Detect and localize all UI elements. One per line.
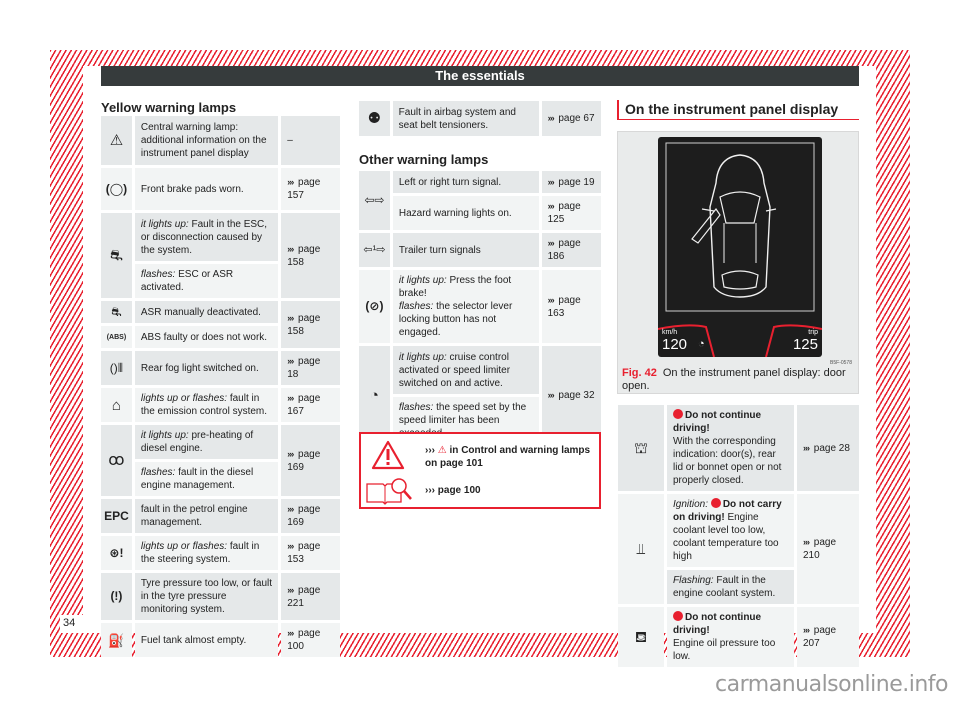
page-ref-link[interactable]: ››› page 67	[541, 101, 601, 136]
abs-icon: (ABS)	[101, 326, 132, 348]
trip-label: trip	[808, 329, 818, 336]
esc-icon: ⛐	[101, 213, 132, 298]
title-underline	[617, 119, 859, 120]
lamp-description: Front brake pads worn.	[134, 168, 279, 210]
turn-signal-icon: ⇦⇨	[359, 171, 390, 230]
lamp-description: lights up or flashes: fault in the steer…	[134, 536, 279, 570]
page-ref-link[interactable]: ››› page 163	[541, 270, 601, 343]
warning-triangle-small-icon: ⚠	[437, 445, 447, 456]
lamp-description: ABS faulty or does not work.	[134, 326, 279, 348]
other-lamps-table: ⇦⇨ Left or right turn signal. ››› page 1…	[356, 168, 604, 472]
other-lamps-title: Other warning lamps	[359, 152, 489, 167]
warning-box: ››› ⚠ in Control and warning lamps on pa…	[359, 432, 601, 509]
lamp-description: Tyre pressure too low, or fault in the t…	[134, 573, 279, 620]
lamp-description: it lights up: cruise control activated o…	[392, 346, 539, 394]
page-ref-link[interactable]: ››› page 28	[797, 405, 859, 491]
brake-pads-icon: (◯)	[101, 168, 132, 210]
lamp-description: Flashing: Fault in the engine coolant sy…	[667, 570, 794, 604]
page-ref-link[interactable]: ››› page 210	[797, 494, 859, 604]
lamp-description: lights up or flashes: fault in the emiss…	[134, 388, 279, 422]
page-ref-link[interactable]: ››› page 169	[281, 425, 340, 496]
lamp-description: flashes: ESC or ASR activated.	[134, 264, 279, 298]
lamp-description: Left or right turn signal.	[392, 171, 539, 193]
red-lamps-table: ⛫ Do not continue driving! With the corre…	[615, 402, 862, 670]
title-accent-bar	[617, 100, 619, 120]
stop-icon	[673, 611, 683, 621]
car-door-open-graphic	[658, 142, 822, 357]
airbag-table: ⚉ Fault in airbag system and seat belt t…	[356, 98, 604, 139]
lamp-description: Rear fog light switched on.	[134, 351, 279, 385]
rear-fog-light-icon: ()⦀	[101, 351, 132, 385]
instrument-display: km/h 120 ◔ trip 125	[658, 137, 822, 357]
warning-triangle-icon: ⚠	[101, 116, 132, 165]
manual-page-ref-link[interactable]: ››› page 100	[425, 484, 595, 497]
page-ref-link[interactable]: ››› page 125	[541, 196, 601, 230]
lamp-description: Trailer turn signals	[392, 233, 539, 267]
lamp-description: it lights up: Press the foot brake! flash…	[392, 270, 539, 343]
trip-value: 125	[792, 336, 818, 353]
engine-emission-icon: ⌂	[101, 388, 132, 422]
page-ref-link[interactable]: ››› page 158	[281, 301, 340, 348]
page-ref-link[interactable]: ››› page 207	[797, 607, 859, 667]
door-open-icon: ⛫	[618, 405, 664, 491]
figure-42: km/h 120 ◔ trip 125 B5F-0578 Fig. 42 On t…	[617, 131, 859, 394]
page-ref-link[interactable]: ››› page 18	[281, 351, 340, 385]
lamp-description: Do not continue driving! With the corresp…	[667, 405, 794, 491]
instrument-panel-title: On the instrument panel display	[625, 101, 839, 117]
lamp-description: it lights up: pre-heating of diesel engi…	[134, 425, 279, 459]
page-ref-link[interactable]: ››› page 186	[541, 233, 601, 267]
figure-caption: Fig. 42 On the instrument panel display: …	[622, 367, 846, 392]
steering-icon: ⊛!	[101, 536, 132, 570]
airbag-icon: ⚉	[359, 101, 390, 136]
lamp-description: Do not continue driving! Engine oil press…	[667, 607, 794, 667]
lamp-description: it lights up: Fault in the ESC, or disco…	[134, 213, 279, 261]
page-number: 34	[63, 617, 76, 629]
page-ref-link[interactable]: ››› page 32	[541, 346, 601, 444]
asr-off-icon: ⛐	[101, 301, 132, 323]
oil-pressure-icon: ⛾	[618, 607, 664, 667]
lamp-description: ASR manually deactivated.	[134, 301, 279, 323]
coolant-icon: ⫫	[618, 494, 664, 604]
page-ref: –	[281, 116, 340, 165]
manual-lookup-icon	[366, 478, 412, 505]
warning-triangle-icon	[371, 440, 405, 470]
page-ref-link[interactable]: ››› page 19	[541, 171, 601, 193]
trailer-turn-signal-icon: ⇦¹⇨	[359, 233, 390, 267]
foot-brake-icon: (⊘)	[359, 270, 390, 343]
figure-code: B5F-0578	[830, 360, 852, 366]
page-ref-link[interactable]: ››› page 153	[281, 536, 340, 570]
tyre-pressure-icon: (!)	[101, 573, 132, 620]
yellow-lamps-table: ⚠ Central warning lamp: additional infor…	[98, 113, 343, 660]
page-ref-link[interactable]: ››› page 158	[281, 213, 340, 298]
lamp-description: Hazard warning lights on.	[392, 196, 539, 230]
lamp-description: flashes: fault in the diesel engine mana…	[134, 462, 279, 496]
page-ref-link[interactable]: ››› page 157	[281, 168, 340, 210]
glow-plug-icon: ꝏ	[101, 425, 132, 496]
warning-ref-link[interactable]: ››› ⚠ in Control and warning lamps on pa…	[425, 444, 595, 470]
page-ref-link[interactable]: ››› page 167	[281, 388, 340, 422]
fuel-icon: ⛽	[101, 623, 132, 657]
page-ref-link[interactable]: ››› page 100	[281, 623, 340, 657]
stop-icon	[673, 409, 683, 419]
speed-unit: km/h	[662, 329, 678, 336]
lamp-description: Central warning lamp: additional informa…	[134, 116, 279, 165]
page-ref-link[interactable]: ››› page 169	[281, 499, 340, 533]
page-ref-link[interactable]: ››› page 221	[281, 573, 340, 620]
watermark: carmanualsonline.info	[715, 672, 948, 697]
epc-icon: EPC	[101, 499, 132, 533]
cruise-control-icon: ◔	[359, 346, 390, 444]
lamp-description: Ignition: Do not carry on driving! Engin…	[667, 494, 794, 567]
lamp-description: fault in the petrol engine management.	[134, 499, 279, 533]
lamp-description: Fault in airbag system and seat belt ten…	[392, 101, 539, 136]
section-header: The essentials	[101, 66, 859, 86]
lamp-description: Fuel tank almost empty.	[134, 623, 279, 657]
stop-icon	[710, 498, 721, 508]
speed-value: 120	[662, 336, 688, 353]
cruise-control-icon: ◔	[698, 338, 705, 350]
